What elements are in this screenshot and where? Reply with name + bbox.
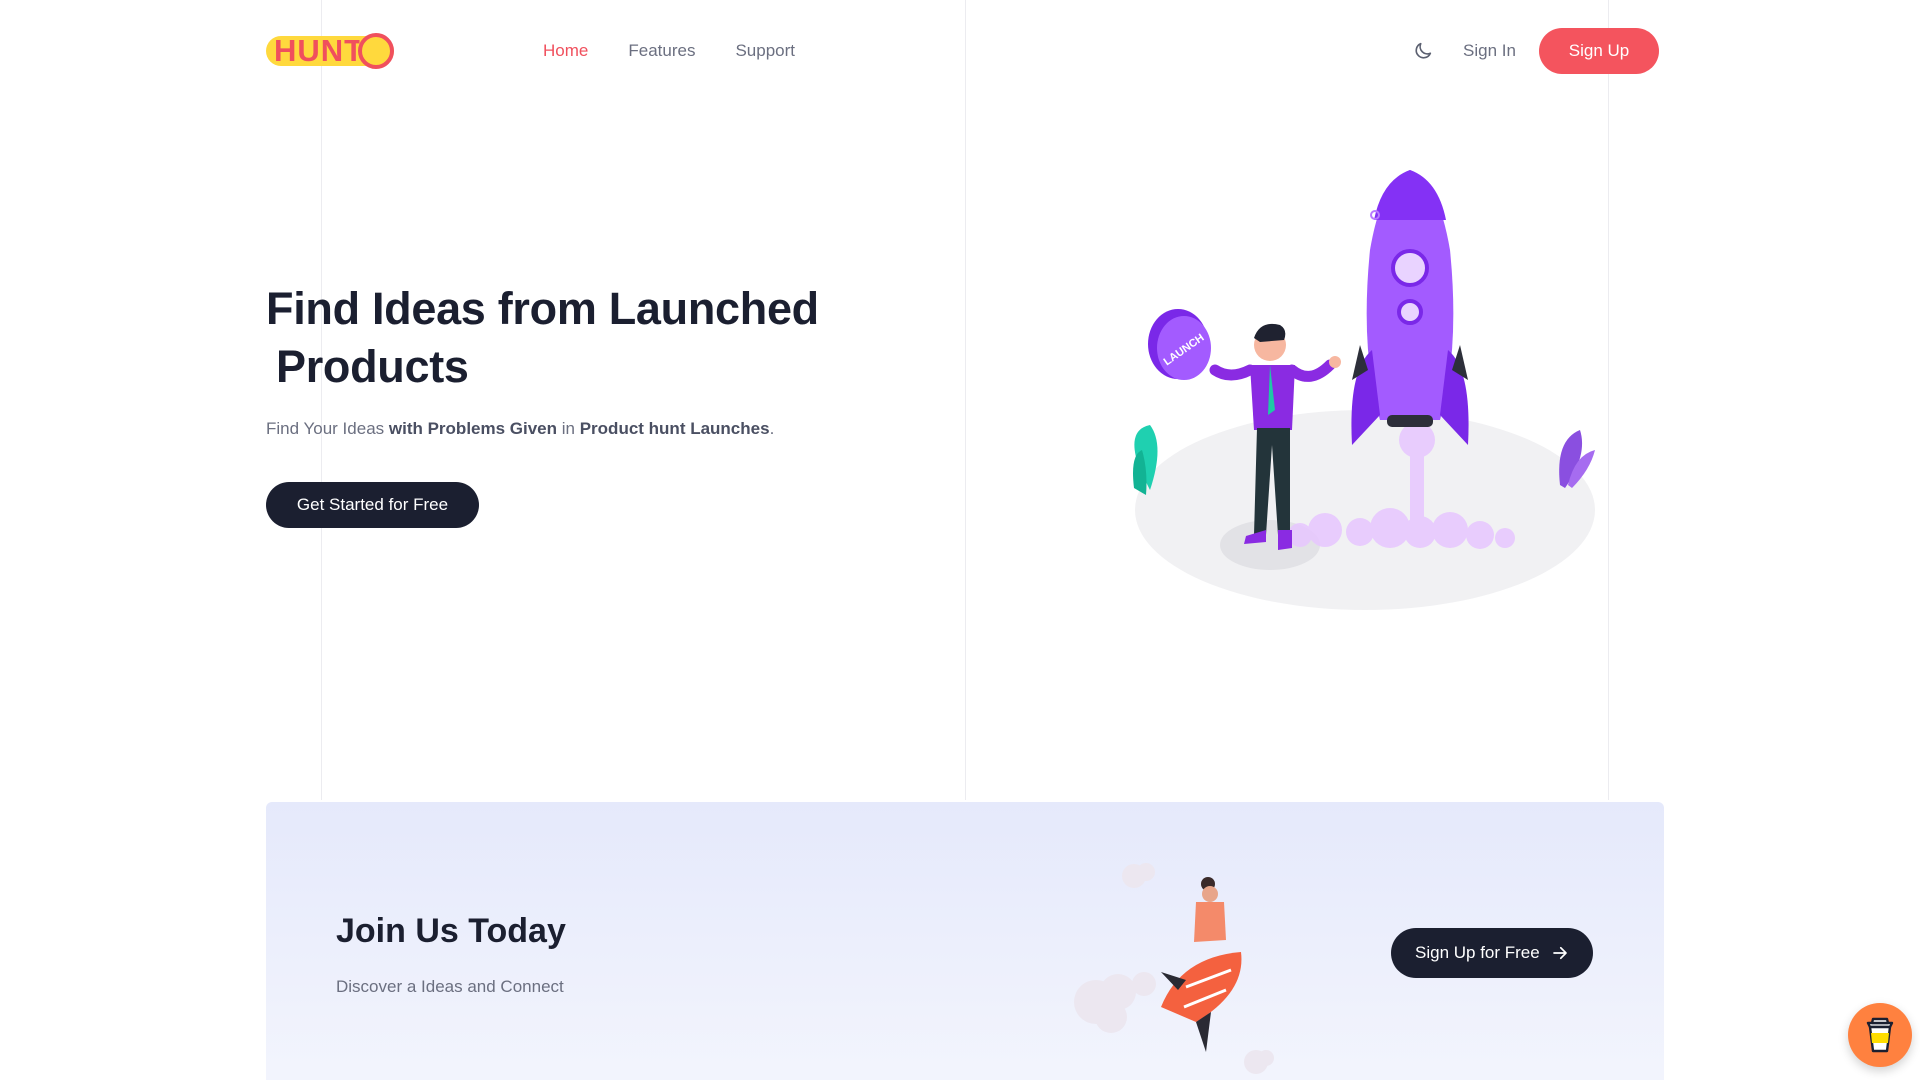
nav-features[interactable]: Features: [628, 40, 695, 62]
layout-guide-line: [1608, 0, 1609, 800]
rocket-rider-illustration: [1074, 863, 1274, 1074]
sign-up-free-button[interactable]: Sign Up for Free: [1391, 928, 1593, 978]
hero-subtitle-part: Find Your Ideas: [266, 419, 389, 438]
nav-support[interactable]: Support: [735, 40, 795, 62]
main-nav: Home Features Support: [543, 40, 795, 62]
arrow-right-icon: [1553, 946, 1567, 960]
hero-subtitle-part: in: [557, 419, 580, 438]
nav-home[interactable]: Home: [543, 40, 588, 62]
site-header: HUNTD Home Features Support Sign In Sign…: [0, 0, 1920, 102]
join-subtitle: Discover a Ideas and Connect: [336, 977, 564, 996]
rocket-launch-illustration: LAUNCH: [1133, 170, 1595, 610]
logo-ring: [358, 33, 394, 69]
sign-up-button[interactable]: Sign Up: [1539, 28, 1659, 74]
coffee-cup-icon: [1866, 1017, 1894, 1053]
hero-subtitle-part: .: [769, 419, 775, 438]
hero-title: Find Ideas from Launched Products: [266, 280, 819, 396]
hero-subtitle-emphasis: Product hunt Launches: [579, 419, 770, 438]
hero-title-line1: Find Ideas from Launched: [266, 283, 819, 334]
hero-subtitle: Find Your Ideas with Problems Given in P…: [266, 418, 774, 440]
hero-subtitle-emphasis: with Problems Given: [388, 419, 558, 438]
layout-guide-line: [321, 0, 322, 800]
join-banner: Join Us Today Discover a Ideas and Conne…: [266, 802, 1664, 1080]
sign-in-link[interactable]: Sign In: [1463, 40, 1516, 62]
get-started-button[interactable]: Get Started for Free: [266, 482, 479, 528]
buy-me-a-coffee-button[interactable]: [1848, 1003, 1912, 1067]
logo[interactable]: HUNTD: [266, 32, 394, 70]
hero-title-highlight: Products: [266, 338, 469, 396]
join-title: Join Us Today: [336, 912, 566, 950]
moon-icon[interactable]: [1412, 40, 1434, 62]
sign-up-free-label: Sign Up for Free: [1415, 943, 1540, 962]
layout-guide-line: [965, 0, 966, 800]
